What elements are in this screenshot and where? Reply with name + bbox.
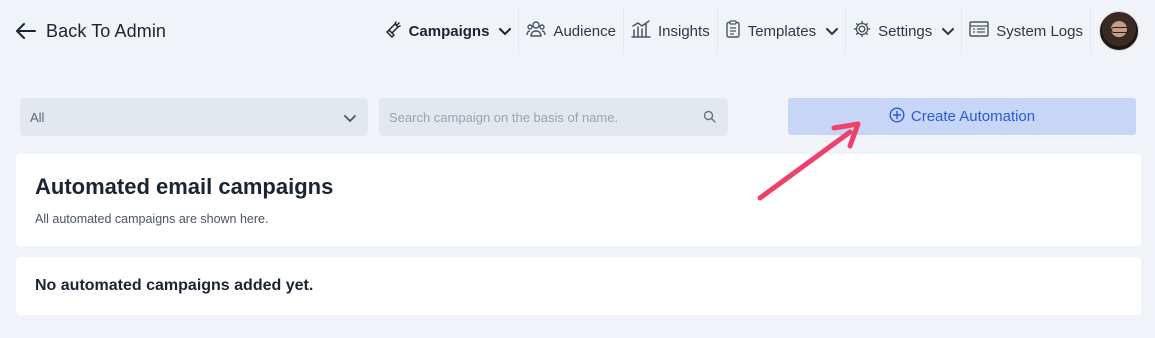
search-icon[interactable] [703, 110, 716, 128]
top-bar: Back To Admin Campaigns Audience Insight… [0, 0, 1155, 62]
empty-state-message: No automated campaigns added yet. [35, 277, 314, 294]
avatar[interactable] [1099, 11, 1139, 51]
chevron-down-icon [942, 23, 955, 40]
nav-settings[interactable]: Settings [845, 8, 961, 54]
back-to-admin-link[interactable]: Back To Admin [16, 18, 166, 44]
clipboard-icon [725, 20, 741, 42]
campaign-filter-select[interactable]: All [20, 98, 368, 136]
nav-system-logs-label: System Logs [996, 22, 1083, 40]
nav-settings-label: Settings [878, 22, 933, 40]
users-icon [526, 20, 547, 42]
nav-templates[interactable]: Templates [716, 8, 845, 54]
bar-chart-icon [631, 20, 651, 42]
filter-value: All [30, 109, 45, 125]
main-nav: Campaigns Audience Insights Templates Se… [377, 8, 1155, 54]
list-icon [969, 20, 989, 42]
page-title: Automated email campaigns [35, 174, 334, 199]
page-subtitle: All automated campaigns are shown here. [35, 212, 269, 226]
empty-state-card: No automated campaigns added yet. [16, 257, 1141, 315]
nav-campaigns[interactable]: Campaigns [377, 8, 519, 54]
avatar-glasses [1111, 27, 1129, 33]
create-automation-label: Create Automation [910, 108, 1036, 125]
nav-campaigns-label: Campaigns [408, 22, 490, 40]
arrow-left-icon [16, 21, 36, 41]
chevron-down-icon [344, 111, 356, 126]
megaphone-icon [384, 20, 402, 42]
search-input[interactable] [389, 109, 689, 125]
nav-avatar-wrap [1090, 8, 1155, 54]
campaigns-header-card: Automated email campaigns All automated … [16, 154, 1141, 246]
back-label: Back To Admin [46, 20, 167, 41]
nav-templates-label: Templates [747, 22, 817, 40]
nav-insights-label: Insights [658, 22, 710, 40]
gear-icon [853, 20, 871, 42]
create-automation-button[interactable]: Create Automation [788, 98, 1136, 135]
plus-circle-icon [889, 106, 905, 127]
campaign-search [379, 98, 728, 136]
nav-system-logs[interactable]: System Logs [961, 8, 1090, 54]
nav-insights[interactable]: Insights [623, 8, 717, 54]
nav-audience[interactable]: Audience [518, 8, 623, 54]
nav-audience-label: Audience [553, 22, 616, 40]
chevron-down-icon [826, 23, 839, 40]
chevron-down-icon [499, 23, 512, 40]
